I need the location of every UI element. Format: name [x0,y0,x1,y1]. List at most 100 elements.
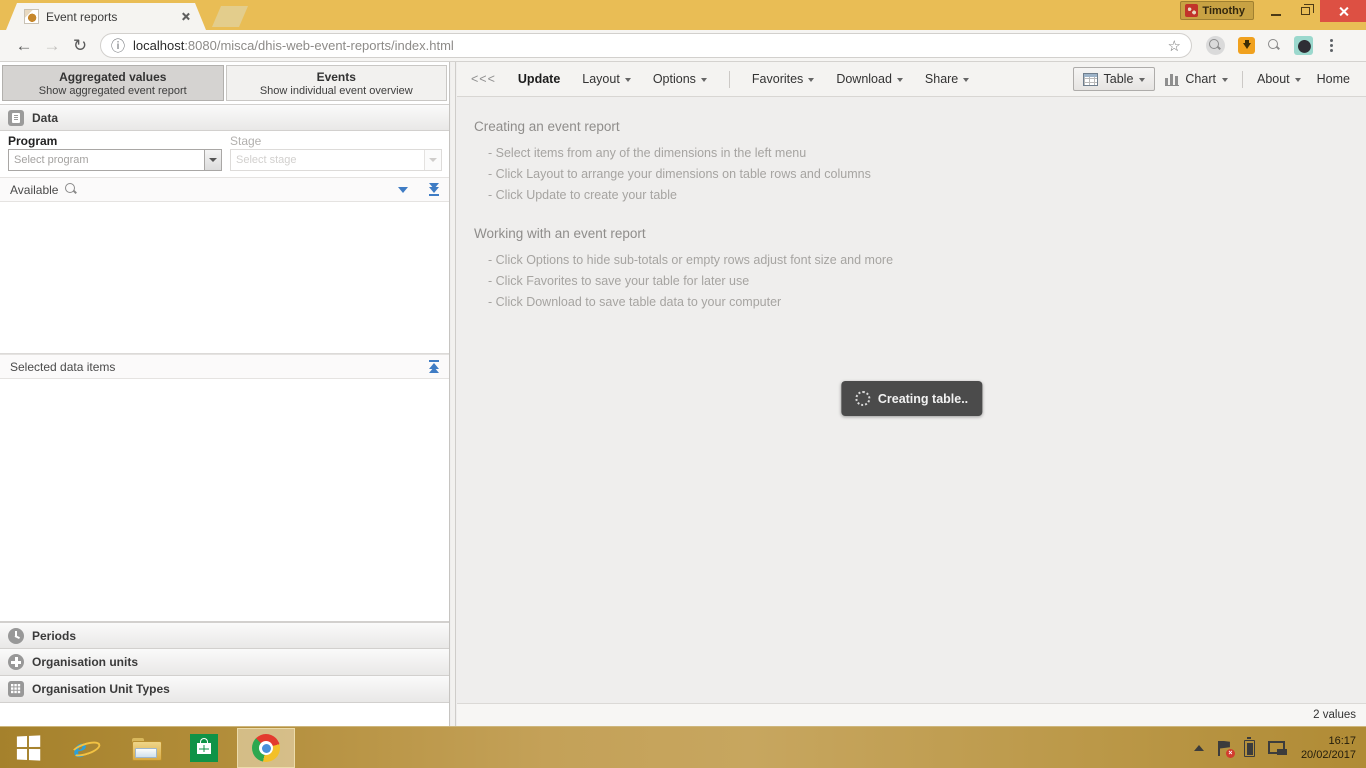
stage-select: Select stage [230,149,442,171]
share-menu-button[interactable]: Share [925,72,969,86]
sidebar: Aggregated values Show aggregated event … [0,62,450,726]
window-minimize-button[interactable] [1262,0,1290,22]
panel-splitter[interactable] [451,62,456,726]
program-label: Program [8,134,57,148]
program-select-value: Select program [9,150,204,170]
main-panel: <<< Update Layout Options Favorites Down… [457,62,1366,726]
search-icon[interactable] [65,183,78,196]
action-center-flag-icon[interactable]: × [1217,741,1231,756]
taskbar-chrome-button[interactable] [237,728,295,768]
accordion-organisation-unit-types-title: Organisation Unit Types [32,682,170,696]
share-label: Share [925,72,958,86]
program-select[interactable]: Select program [8,149,222,171]
tab-favicon-icon [24,9,39,24]
page-info-icon[interactable]: ⓘ [111,36,125,56]
system-tray: × 16:17 20/02/2017 [1194,727,1366,768]
chevron-down-icon [429,158,437,162]
forward-icon[interactable]: → [38,36,66,56]
sidebar-empty-space [0,703,449,726]
back-icon[interactable]: ← [10,36,38,56]
help-item: - Click Layout to arrange your dimension… [488,164,1366,185]
accordion-organisation-units[interactable]: Organisation units [0,649,449,676]
network-icon[interactable] [1268,740,1288,756]
move-all-down-icon[interactable] [429,183,439,196]
bookmark-star-icon[interactable]: ☆ [1168,37,1181,55]
move-all-up-icon[interactable] [429,360,439,373]
address-bar[interactable]: ⓘ localhost:8080/misca/dhis-web-event-re… [100,33,1192,58]
available-title: Available [10,183,58,197]
layout-menu-button[interactable]: Layout [582,72,631,86]
favorites-menu-button[interactable]: Favorites [752,72,814,86]
url-text: localhost:8080/misca/dhis-web-event-repo… [133,38,1168,53]
selected-items-list[interactable] [0,379,449,622]
extension-zoom-icon[interactable] [1268,39,1281,52]
tab-aggregated-values[interactable]: Aggregated values Show aggregated event … [2,65,224,101]
update-button[interactable]: Update [518,72,560,86]
chevron-down-icon [808,78,814,82]
browser-menu-icon[interactable] [1326,39,1337,52]
reload-icon[interactable]: ↻ [66,36,94,56]
minimize-icon [1271,14,1281,16]
tab-title: Event reports [46,10,181,24]
triangle-up-icon [429,367,439,373]
extension-download-icon[interactable] [1238,37,1255,54]
clock-icon [8,628,24,644]
accordion-periods[interactable]: Periods [0,622,449,649]
data-icon [8,110,24,126]
accordion-organisation-units-title: Organisation units [32,655,138,669]
extension-search-icon[interactable] [1206,36,1225,55]
program-select-button[interactable] [204,150,221,170]
accordion-data[interactable]: Data [0,104,449,131]
home-button[interactable]: Home [1317,72,1350,86]
new-tab-button[interactable] [212,6,248,27]
download-label: Download [836,72,892,86]
help-section-title: Creating an event report [474,119,1366,134]
start-button[interactable] [0,727,56,768]
grid-icon [8,681,24,697]
tab-aggregated-title: Aggregated values [3,70,223,84]
tab-events-title: Events [227,70,447,84]
selected-title: Selected data items [10,360,115,374]
collapse-sidebar-button[interactable]: <<< [471,72,496,86]
windows-taskbar: e × 16:17 20/02/2017 [0,726,1366,768]
tab-close-icon[interactable] [181,12,190,21]
chart-icon [1165,73,1179,86]
table-mode-button[interactable]: Table [1073,67,1156,91]
url-path: :8080/misca/dhis-web-event-reports/index… [184,38,454,53]
taskbar-explorer-button[interactable] [126,727,166,768]
stage-select-value: Select stage [231,150,424,170]
table-label: Table [1104,72,1134,86]
extension-teal-icon[interactable] [1294,36,1313,55]
selected-header: Selected data items [0,354,449,379]
bar-icon [429,194,439,196]
browser-tab[interactable]: Event reports [6,3,206,30]
sidebar-tabs: Aggregated values Show aggregated event … [0,62,449,104]
available-items-list[interactable] [0,202,449,354]
accordion-organisation-unit-types[interactable]: Organisation Unit Types [0,676,449,703]
tab-aggregated-subtitle: Show aggregated event report [3,85,223,97]
close-icon [1338,6,1349,17]
battery-icon[interactable] [1244,740,1255,757]
window-close-button[interactable] [1320,0,1366,22]
window-restore-button[interactable] [1290,0,1320,22]
plus-icon [8,654,24,670]
chart-mode-button[interactable]: Chart [1165,72,1228,86]
about-menu-button[interactable]: About [1257,72,1301,86]
help-item: - Click Favorites to save your table for… [488,271,1366,292]
report-toolbar: <<< Update Layout Options Favorites Down… [457,62,1366,97]
toolbar-separator [1242,71,1243,88]
download-menu-button[interactable]: Download [836,72,903,86]
show-hidden-icons-icon[interactable] [1194,745,1204,751]
taskbar-ie-button[interactable]: e [60,727,100,768]
chevron-down-icon [897,78,903,82]
clock-date: 20/02/2017 [1301,748,1356,762]
move-selected-down-icon[interactable] [398,187,408,193]
taskbar-store-button[interactable] [184,727,224,768]
options-menu-button[interactable]: Options [653,72,707,86]
profile-button[interactable]: Timothy [1180,1,1254,20]
clock-time: 16:17 [1301,734,1356,748]
taskbar-clock[interactable]: 16:17 20/02/2017 [1301,734,1356,762]
help-item: - Click Update to create your table [488,185,1366,206]
tab-events[interactable]: Events Show individual event overview [226,65,448,101]
loading-toast-text: Creating table.. [878,392,968,406]
